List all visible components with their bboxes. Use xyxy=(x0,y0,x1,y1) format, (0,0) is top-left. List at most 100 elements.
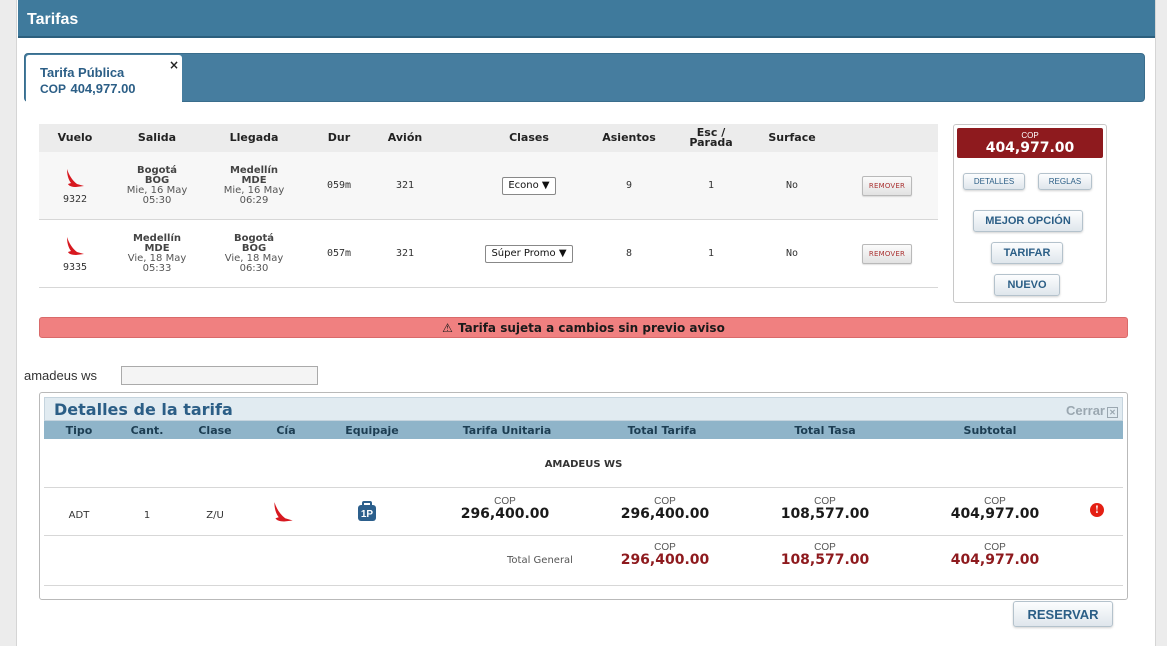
total-price-currency: COP xyxy=(1021,131,1039,140)
provider-label: amadeus ws xyxy=(24,368,97,383)
new-button[interactable]: NUEVO xyxy=(994,274,1060,296)
page-title: Tarifas xyxy=(27,11,79,28)
unit-fare-value: 296,400.00 xyxy=(460,506,550,522)
tab-amount-value: 404,977.00 xyxy=(70,81,136,96)
flight-row: 9335 Medellín MDE Vie, 18 May 05:33 Bogo… xyxy=(39,220,938,288)
stops: 1 xyxy=(707,180,715,191)
col-llegada: Llegada xyxy=(229,131,279,144)
remove-cell: REMOVER xyxy=(847,220,927,288)
reserve-button[interactable]: RESERVAR xyxy=(1013,601,1113,627)
dep-time: 05:33 xyxy=(142,263,172,274)
class-select[interactable]: Econo ▼ xyxy=(502,177,556,195)
fare-details-columns: Tipo Cant. Clase Cía Equipaje Tarifa Uni… xyxy=(44,421,1123,439)
provider-input[interactable] xyxy=(121,366,318,385)
class-select[interactable]: Súper Promo ▼ xyxy=(485,245,573,263)
class-cell: Súper Promo ▼ xyxy=(459,220,599,288)
flights-table: Vuelo Salida Llegada Dur Avión Clases As… xyxy=(39,124,938,288)
duration: 057m xyxy=(326,248,352,259)
arr-time: 06:29 xyxy=(239,195,269,206)
close-tab-icon[interactable]: × xyxy=(169,58,179,72)
avianca-logo-icon xyxy=(67,237,84,255)
col-surface: Surface xyxy=(768,131,816,144)
baggage-allowance: 1P xyxy=(361,509,374,520)
remove-button[interactable]: REMOVER xyxy=(861,244,913,264)
grand-total-tax: COP 108,577.00 xyxy=(770,543,880,568)
tab-tarifa-publica[interactable]: Tarifa Pública COP 404,977.00 × xyxy=(26,55,182,103)
flight-row: 9322 Bogotá BOG Mie, 16 May 05:30 Medell… xyxy=(39,152,938,220)
flight-number: 9335 xyxy=(62,262,88,273)
baggage-icon: 1P xyxy=(358,501,376,521)
close-details-label: Cerrar xyxy=(1065,403,1105,418)
close-box-icon: ✕ xyxy=(1107,407,1118,418)
warning-text: Tarifa sujeta a cambios sin previo aviso xyxy=(457,320,725,335)
remove-button[interactable]: REMOVER xyxy=(861,176,913,196)
col-esc-line2: Parada xyxy=(689,136,733,149)
seats: 8 xyxy=(625,248,633,259)
grand-subtotal-value: 404,977.00 xyxy=(950,552,1040,568)
left-scroll-gutter xyxy=(0,0,17,646)
aircraft: 321 xyxy=(395,180,415,191)
price-button[interactable]: TARIFAR xyxy=(991,242,1063,264)
details-button[interactable]: DETALLES xyxy=(963,173,1025,190)
departure-cell: Medellín MDE Vie, 18 May 05:33 xyxy=(111,220,203,288)
pax-type: ADT xyxy=(68,509,90,521)
right-scroll-gutter xyxy=(1155,0,1167,646)
tab-currency: COP xyxy=(40,82,67,96)
col-tipo: Tipo xyxy=(65,423,93,437)
arrival-cell: Medellín MDE Mie, 16 May 06:29 xyxy=(203,152,305,220)
col-cant: Cant. xyxy=(130,423,164,437)
class-cell: Econo ▼ xyxy=(459,152,599,220)
subtotal: COP 404,977.00 xyxy=(940,497,1050,522)
flight-cell: 9322 xyxy=(39,152,111,220)
seats: 9 xyxy=(625,180,633,191)
total-fare: COP 296,400.00 xyxy=(602,497,728,522)
col-tarifa-unitaria: Tarifa Unitaria xyxy=(462,423,552,437)
row-divider xyxy=(44,487,1123,488)
col-asientos: Asientos xyxy=(602,131,656,144)
flights-table-header: Vuelo Salida Llegada Dur Avión Clases As… xyxy=(39,124,938,152)
best-option-button[interactable]: MEJOR OPCIÓN xyxy=(973,210,1083,232)
pax-count: 1 xyxy=(143,509,151,521)
grand-total-tax-value: 108,577.00 xyxy=(780,552,870,568)
fare-details-title: Detalles de la tarifa xyxy=(54,400,233,419)
aircraft: 321 xyxy=(395,248,415,259)
unit-fare: COP 296,400.00 xyxy=(442,497,568,522)
tab-title: Tarifa Pública xyxy=(40,65,125,80)
fare-details-header: Detalles de la tarifa Cerrar ✕ xyxy=(44,397,1123,421)
total-price-box: COP 404,977.00 xyxy=(957,128,1103,158)
fare-class: Z/U xyxy=(206,509,224,521)
arrival-cell: Bogotá BOG Vie, 18 May 06:30 xyxy=(203,220,305,288)
rules-button[interactable]: REGLAS xyxy=(1038,173,1092,190)
departure-cell: Bogotá BOG Mie, 16 May 05:30 xyxy=(111,152,203,220)
col-clases: Clases xyxy=(509,131,549,144)
info-icon[interactable]: ! xyxy=(1090,503,1104,517)
col-salida: Salida xyxy=(137,131,177,144)
col-vuelo: Vuelo xyxy=(57,131,93,144)
fare-tab-strip xyxy=(24,53,1145,102)
col-avion: Avión xyxy=(387,131,423,144)
row-divider xyxy=(44,585,1123,586)
grand-subtotal: COP 404,977.00 xyxy=(940,543,1050,568)
col-total-tasa: Total Tasa xyxy=(794,423,856,437)
surface: No xyxy=(785,248,799,259)
col-esc-parada: Esc / Parada xyxy=(681,124,741,152)
fare-summary-panel: COP 404,977.00 DETALLES REGLAS MEJOR OPC… xyxy=(953,124,1107,303)
subtotal-value: 404,977.00 xyxy=(950,506,1040,522)
total-fare-value: 296,400.00 xyxy=(620,506,710,522)
tab-amount: COP 404,977.00 xyxy=(40,80,136,98)
total-tax-value: 108,577.00 xyxy=(780,506,870,522)
col-cia: Cía xyxy=(276,423,296,437)
total-price-value: 404,977.00 xyxy=(985,140,1075,156)
avianca-logo-icon xyxy=(67,169,84,187)
price-change-warning: ⚠ Tarifa sujeta a cambios sin previo avi… xyxy=(39,317,1128,338)
close-details-link[interactable]: Cerrar ✕ xyxy=(1066,403,1118,418)
col-total-tarifa: Total Tarifa xyxy=(627,423,697,437)
row-divider xyxy=(44,535,1123,536)
col-dur: Dur xyxy=(327,131,351,144)
avianca-logo-icon xyxy=(274,502,293,522)
fare-details-panel: Detalles de la tarifa Cerrar ✕ Tipo Cant.… xyxy=(39,392,1128,600)
surface: No xyxy=(785,180,799,191)
total-general-label: Total General xyxy=(507,554,573,566)
col-clase: Clase xyxy=(198,423,232,437)
provider-name: AMADEUS WS xyxy=(544,458,623,470)
